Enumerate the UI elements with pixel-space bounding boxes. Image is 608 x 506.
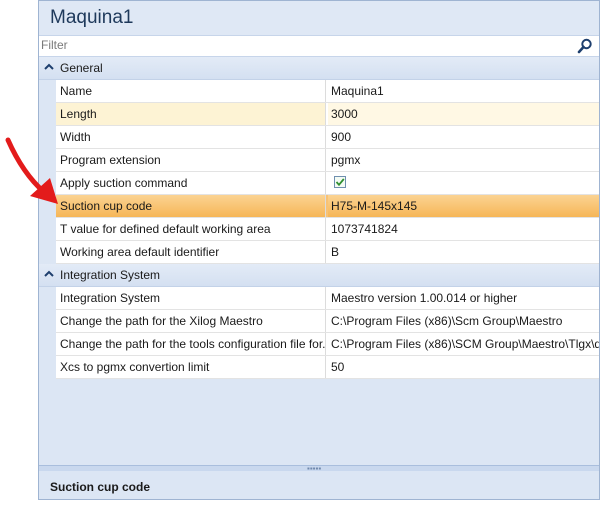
property-row-program-extension[interactable]: Program extension pgmx (56, 149, 599, 172)
window-title: Maquina1 (50, 7, 134, 28)
property-name: Integration System (56, 287, 326, 309)
property-value (328, 172, 599, 194)
red-arrow-icon (5, 137, 58, 204)
property-row-suction-cup-code[interactable]: Suction cup code H75-M-145x145 (56, 195, 599, 218)
description-title: Suction cup code (50, 480, 151, 494)
property-row-integration-system[interactable]: Integration System Maestro version 1.00.… (56, 287, 599, 310)
property-value-input[interactable]: Maquina1 (328, 80, 599, 102)
property-name: Apply suction command (56, 172, 326, 194)
filter-input[interactable] (41, 37, 571, 53)
property-name: Suction cup code (56, 195, 326, 217)
property-row-conversion-limit[interactable]: Xcs to pgmx convertion limit 50 (56, 356, 599, 379)
category-general[interactable]: General (39, 57, 599, 80)
property-value-input[interactable]: C:\Program Files (x86)\SCM Group\Maestro… (328, 333, 599, 355)
property-name: Length (56, 103, 326, 125)
property-row-working-area-identifier[interactable]: Working area default identifier B (56, 241, 599, 264)
search-icon[interactable] (577, 38, 593, 54)
property-value-input[interactable]: pgmx (328, 149, 599, 171)
property-name: Working area default identifier (56, 241, 326, 263)
property-name: Program extension (56, 149, 326, 171)
description-pane: Suction cup code (39, 471, 599, 499)
property-value-input[interactable]: 1073741824 (328, 218, 599, 240)
category-label: Integration System (60, 268, 161, 282)
property-name: Width (56, 126, 326, 148)
property-row-length[interactable]: Length 3000 (56, 103, 599, 126)
property-name: Change the path for the tools configurat… (56, 333, 326, 355)
property-name: T value for defined default working area (56, 218, 326, 240)
property-row-t-value[interactable]: T value for defined default working area… (56, 218, 599, 241)
filter-bar (39, 35, 599, 57)
property-name: Xcs to pgmx convertion limit (56, 356, 326, 378)
property-value-input[interactable]: 3000 (328, 103, 599, 125)
property-value-input[interactable]: 50 (328, 356, 599, 378)
property-value-input[interactable]: Maestro version 1.00.014 or higher (328, 287, 599, 309)
property-row-xilog-maestro-path[interactable]: Change the path for the Xilog Maestro C:… (56, 310, 599, 333)
property-grid-panel: Maquina1 General Name Maquina1 Length 30… (38, 0, 600, 500)
property-row-apply-suction-command[interactable]: Apply suction command (56, 172, 599, 195)
chevron-up-icon[interactable] (44, 268, 54, 280)
property-row-tools-config-path[interactable]: Change the path for the tools configurat… (56, 333, 599, 356)
category-integration-system[interactable]: Integration System (39, 264, 599, 287)
title-bar: Maquina1 (39, 1, 599, 35)
property-value-input[interactable]: C:\Program Files (x86)\Scm Group\Maestro (328, 310, 599, 332)
property-value-input[interactable]: 900 (328, 126, 599, 148)
property-grid: General Name Maquina1 Length 3000 Width … (39, 57, 599, 379)
property-value-input[interactable]: H75-M-145x145 (328, 195, 599, 217)
property-name: Change the path for the Xilog Maestro (56, 310, 326, 332)
chevron-up-icon[interactable] (44, 61, 54, 73)
property-row-name[interactable]: Name Maquina1 (56, 80, 599, 103)
category-label: General (60, 61, 103, 75)
property-value-input[interactable]: B (328, 241, 599, 263)
property-row-width[interactable]: Width 900 (56, 126, 599, 149)
property-name: Name (56, 80, 326, 102)
apply-suction-checkbox[interactable] (334, 176, 346, 188)
